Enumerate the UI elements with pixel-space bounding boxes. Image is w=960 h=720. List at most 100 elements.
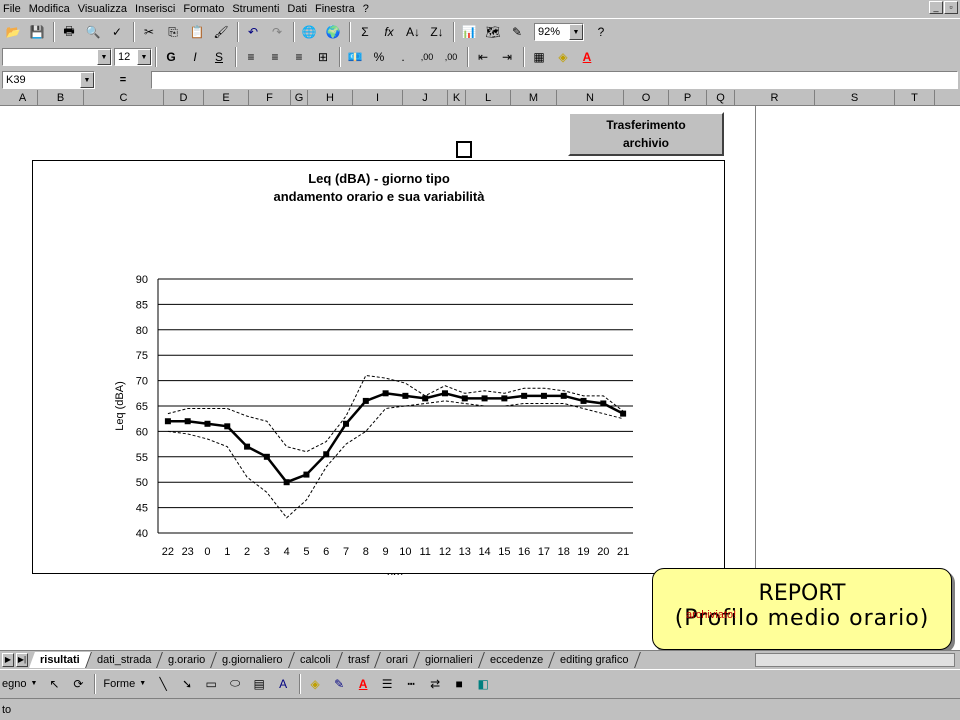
currency-icon[interactable]: 💶 <box>344 47 366 68</box>
spelling-icon[interactable]: ✓ <box>106 22 128 43</box>
tab-6[interactable]: orari <box>375 651 420 668</box>
format-painter-icon[interactable]: 🖌 <box>210 22 232 43</box>
line-style-icon[interactable]: ☰ <box>376 673 398 694</box>
name-box[interactable]: K39 ▼ <box>2 71 95 89</box>
column-header-p[interactable]: P <box>669 90 707 106</box>
menu-item-3[interactable]: Inserisci <box>132 3 180 15</box>
map-icon[interactable]: 🗺 <box>482 22 504 43</box>
copy-icon[interactable]: ⎘ <box>162 22 184 43</box>
decrease-decimal-button[interactable]: ,00 <box>440 47 462 68</box>
cut-icon[interactable]: ✂ <box>138 22 160 43</box>
tab-7[interactable]: giornalieri <box>414 651 485 668</box>
select-objects-icon[interactable]: ↖ <box>43 673 65 694</box>
align-left-icon[interactable]: ≡ <box>240 47 262 68</box>
tab-3[interactable]: g.giornaliero <box>211 651 295 668</box>
column-header-s[interactable]: S <box>815 90 895 106</box>
shadow-icon[interactable]: ■ <box>448 673 470 694</box>
print-preview-icon[interactable]: 🔍 <box>82 22 104 43</box>
chevron-down-icon[interactable]: ▼ <box>569 24 583 40</box>
tab-9[interactable]: editing grafico <box>549 651 641 668</box>
drawing-icon[interactable]: ✎ <box>506 22 528 43</box>
zoom-select[interactable]: 92% ▼ <box>534 23 584 41</box>
undo-icon[interactable]: ↶ <box>242 22 264 43</box>
chevron-down-icon[interactable]: ▼ <box>137 49 151 65</box>
decrease-indent-icon[interactable]: ⇤ <box>472 47 494 68</box>
tab-prev-icon[interactable]: ▶ <box>2 652 14 667</box>
column-header-t[interactable]: T <box>895 90 935 106</box>
menu-item-5[interactable]: Strumenti <box>229 3 284 15</box>
worksheet[interactable]: Trasferimento archivio Leq (dBA) - giorn… <box>0 106 960 650</box>
web-toolbar-icon[interactable]: 🌍 <box>322 22 344 43</box>
trasferimento-archivio-button[interactable]: Trasferimento archivio <box>568 112 724 156</box>
sort-ascending-icon[interactable]: A↓ <box>402 22 424 43</box>
chart-area[interactable]: Leq (dBA) - giorno tipo andamento orario … <box>32 160 725 582</box>
font-color-icon[interactable]: A <box>352 673 374 694</box>
oval-icon[interactable]: ⬭ <box>224 673 246 694</box>
menu-item-2[interactable]: Visualizza <box>75 3 132 15</box>
column-header-j[interactable]: J <box>403 90 448 106</box>
menu-item-0[interactable]: File <box>0 3 26 15</box>
arrow-icon[interactable]: ➘ <box>176 673 198 694</box>
tab-5[interactable]: trasf <box>336 651 381 668</box>
paste-icon[interactable]: 📋 <box>186 22 208 43</box>
tab-8[interactable]: eccedenze <box>478 651 555 668</box>
chevron-down-icon[interactable]: ▼ <box>80 72 94 88</box>
print-icon[interactable]: 🖶 <box>58 22 80 43</box>
column-header-g[interactable]: G <box>291 90 308 106</box>
menu-item-6[interactable]: Dati <box>284 3 312 15</box>
line-icon[interactable]: ╲ <box>152 673 174 694</box>
formula-input[interactable] <box>151 71 958 89</box>
thousands-button[interactable]: . <box>392 47 414 68</box>
tab-2[interactable]: g.orario <box>157 651 218 668</box>
align-right-icon[interactable]: ≡ <box>288 47 310 68</box>
menu-item-8[interactable]: ? <box>360 3 374 15</box>
increase-decimal-button[interactable]: ,00 <box>416 47 438 68</box>
percent-button[interactable]: % <box>368 47 390 68</box>
restore-button[interactable]: ▫ <box>944 1 958 14</box>
column-header-i[interactable]: I <box>353 90 403 106</box>
rectangle-icon[interactable]: ▭ <box>200 673 222 694</box>
redo-icon[interactable]: ↷ <box>266 22 288 43</box>
wordart-icon[interactable]: A <box>272 673 294 694</box>
column-header-r[interactable]: R <box>735 90 815 106</box>
hyperlink-icon[interactable]: 🌐 <box>298 22 320 43</box>
equals-sign[interactable]: = <box>95 74 151 86</box>
column-header-c[interactable]: C <box>84 90 164 106</box>
increase-indent-icon[interactable]: ⇥ <box>496 47 518 68</box>
font-color-icon[interactable]: A <box>576 47 598 68</box>
underline-button[interactable]: S <box>208 47 230 68</box>
column-header-h[interactable]: H <box>308 90 353 106</box>
save-icon[interactable]: 💾 <box>26 22 48 43</box>
textbox-icon[interactable]: ▤ <box>248 673 270 694</box>
chevron-down-icon[interactable]: ▼ <box>97 49 111 65</box>
sort-descending-icon[interactable]: Z↓ <box>426 22 448 43</box>
dash-style-icon[interactable]: ┅ <box>400 673 422 694</box>
help-icon[interactable]: ? <box>590 22 612 43</box>
autosum-icon[interactable]: Σ <box>354 22 376 43</box>
3d-icon[interactable]: ◧ <box>472 673 494 694</box>
column-header-k[interactable]: K <box>448 90 466 106</box>
function-icon[interactable]: fx <box>378 22 400 43</box>
fill-color-icon[interactable]: ◈ <box>304 673 326 694</box>
column-header-a[interactable]: A <box>8 90 38 106</box>
selected-object-handle[interactable] <box>456 141 472 158</box>
chart-wizard-icon[interactable]: 📊 <box>458 22 480 43</box>
borders-icon[interactable]: ▦ <box>528 47 550 68</box>
minimize-button[interactable]: _ <box>929 1 943 14</box>
column-header-e[interactable]: E <box>204 90 249 106</box>
menu-item-1[interactable]: Modifica <box>26 3 75 15</box>
arrow-style-icon[interactable]: ⇄ <box>424 673 446 694</box>
horizontal-scrollbar[interactable] <box>755 653 955 667</box>
italic-button[interactable]: I <box>184 47 206 68</box>
free-rotate-icon[interactable]: ⟳ <box>67 673 89 694</box>
fill-color-icon[interactable]: ◈ <box>552 47 574 68</box>
column-header-o[interactable]: O <box>624 90 669 106</box>
open-icon[interactable]: 📂 <box>2 22 24 43</box>
tab-1[interactable]: dati_strada <box>85 651 164 668</box>
column-header-m[interactable]: M <box>511 90 557 106</box>
column-header-q[interactable]: Q <box>707 90 735 106</box>
bold-button[interactable]: G <box>160 47 182 68</box>
tab-0[interactable]: risultati <box>29 651 92 668</box>
disegno-menu[interactable]: egno <box>2 678 26 690</box>
column-header-l[interactable]: L <box>466 90 511 106</box>
